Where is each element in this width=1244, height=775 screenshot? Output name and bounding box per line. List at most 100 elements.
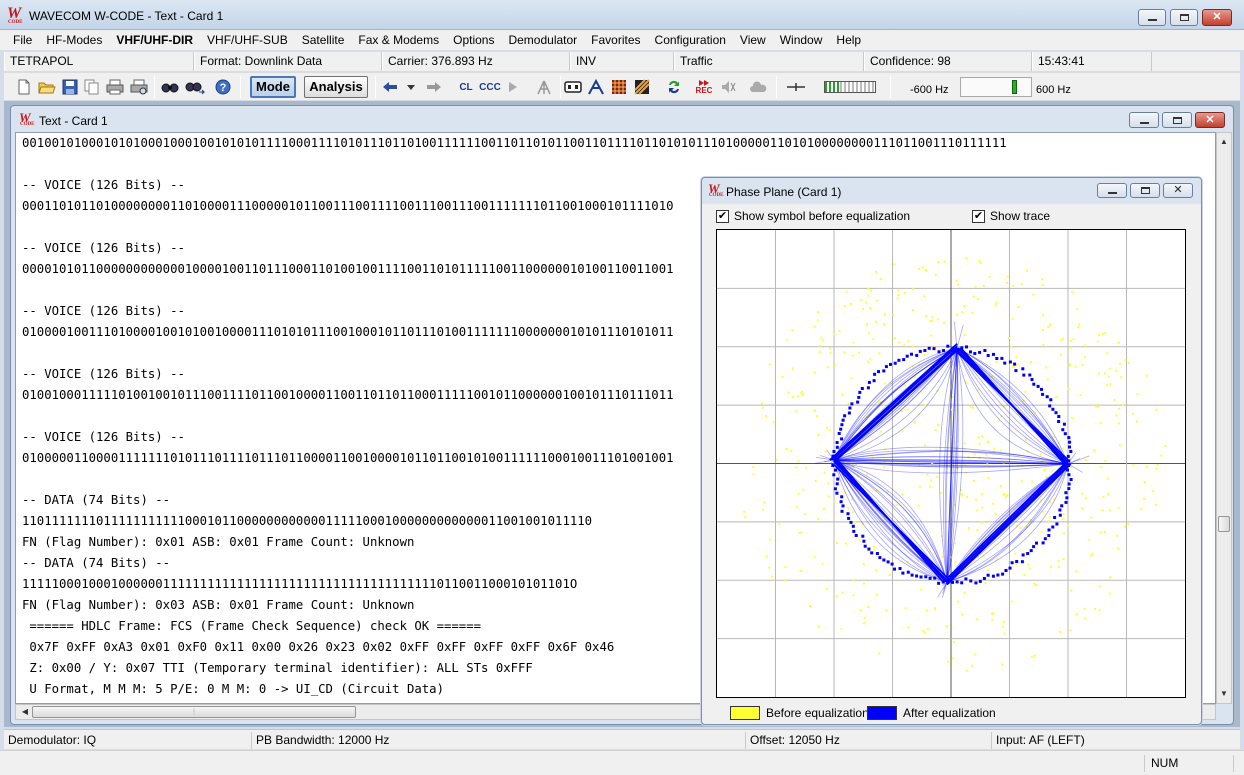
print-button[interactable]: [106, 77, 124, 97]
show-trace-checkbox[interactable]: ✔ Show trace: [972, 209, 1050, 223]
before-symbol: [1108, 367, 1111, 370]
after-symbol: [1064, 500, 1068, 504]
before-symbol: [1083, 608, 1086, 610]
record-button[interactable]: REC: [693, 77, 715, 97]
vertical-scroll-thumb[interactable]: [1218, 516, 1230, 532]
scroll-down-icon[interactable]: ▼: [1217, 687, 1231, 701]
horizontal-scroll-thumb[interactable]: ⦙: [32, 706, 356, 718]
cl-button[interactable]: CL: [456, 77, 476, 97]
after-symbol: [1060, 504, 1064, 508]
before-symbol: [1124, 525, 1126, 528]
phase-minimize-button[interactable]: [1097, 183, 1127, 198]
card-button[interactable]: [564, 77, 582, 97]
tune-button[interactable]: [784, 77, 808, 97]
after-symbol: [1057, 420, 1061, 423]
bitgrid-button[interactable]: [587, 77, 605, 97]
grid-button[interactable]: [610, 77, 628, 97]
before-symbol: [784, 566, 787, 568]
before-symbol: [913, 421, 916, 423]
menu-fax-modems[interactable]: Fax & Modems: [351, 33, 446, 47]
menu-options[interactable]: Options: [446, 33, 501, 47]
before-symbol: [920, 588, 923, 591]
open-button[interactable]: [38, 77, 56, 97]
after-symbol: [857, 395, 861, 399]
phase-maximize-button[interactable]: [1130, 183, 1160, 198]
after-symbol: [843, 414, 847, 418]
text-window-close-button[interactable]: ✕: [1195, 112, 1225, 128]
after-symbol: [1047, 534, 1051, 537]
before-symbol: [980, 521, 983, 524]
before-symbol: [844, 542, 847, 545]
menu-window[interactable]: Window: [773, 33, 830, 47]
before-symbol: [826, 482, 829, 485]
checkbox-icon[interactable]: ✔: [716, 209, 729, 223]
before-symbol: [744, 516, 747, 519]
close-button[interactable]: ✕: [1202, 9, 1232, 26]
bitgrid-icon: [588, 79, 604, 95]
mode-button[interactable]: Mode: [250, 76, 296, 98]
before-symbol: [934, 429, 937, 431]
before-symbol: [1104, 372, 1107, 375]
menu-hf-modes[interactable]: HF-Modes: [39, 33, 109, 47]
before-symbol: [981, 506, 984, 509]
before-symbol: [1019, 526, 1022, 529]
slider-thumb[interactable]: [1011, 80, 1017, 94]
frequency-slider[interactable]: [960, 77, 1032, 97]
save-button[interactable]: [62, 77, 78, 97]
new-button[interactable]: [16, 77, 32, 97]
menu-view[interactable]: View: [733, 33, 773, 47]
menu-vhf-uhf-sub[interactable]: VHF/UHF-SUB: [200, 33, 295, 47]
menu-favorites[interactable]: Favorites: [584, 33, 647, 47]
menu-configuration[interactable]: Configuration: [648, 33, 733, 47]
menu-vhf-uhf-dir[interactable]: VHF/UHF-DIR: [109, 33, 200, 47]
before-symbol: [833, 332, 836, 335]
copy-button[interactable]: [84, 77, 100, 97]
scroll-left-icon[interactable]: ◀: [18, 705, 32, 719]
ccc-button[interactable]: CCC: [479, 77, 501, 97]
before-symbol: [1081, 492, 1084, 495]
play-button[interactable]: [506, 77, 520, 97]
before-symbol: [1010, 346, 1013, 348]
find-button[interactable]: [161, 77, 179, 97]
refresh-button[interactable]: [665, 77, 683, 97]
menu-demodulator[interactable]: Demodulator: [501, 33, 584, 47]
mute-button[interactable]: [718, 77, 738, 97]
status-bar: Demodulator: IQ PB Bandwidth: 12000 Hz O…: [4, 729, 1240, 749]
before-symbol: [821, 338, 824, 341]
before-symbol: [813, 325, 816, 328]
vertical-scrollbar[interactable]: ▲ ▼: [1216, 132, 1232, 704]
menu-satellite[interactable]: Satellite: [295, 33, 352, 47]
after-symbol: [852, 529, 856, 533]
cloud-button[interactable]: [748, 77, 768, 97]
ccc-icon: CCC: [479, 81, 501, 93]
back-button[interactable]: [382, 77, 398, 97]
maximize-button[interactable]: [1170, 9, 1198, 26]
after-symbol: [831, 464, 835, 467]
minimize-button[interactable]: [1138, 9, 1166, 26]
title-bar[interactable]: W CODE WAVECOM W-CODE - Text - Card 1 ✕: [0, 0, 1244, 30]
analysis-button[interactable]: Analysis: [304, 76, 368, 98]
before-symbol: [817, 625, 820, 628]
phase-close-button[interactable]: ✕: [1163, 183, 1193, 198]
before-symbol: [993, 447, 996, 450]
scroll-up-icon[interactable]: ▲: [1217, 135, 1231, 149]
help-button[interactable]: ?: [214, 77, 232, 97]
checkbox-icon[interactable]: ✔: [972, 209, 985, 223]
after-symbol: [910, 573, 914, 577]
antenna-button[interactable]: [534, 77, 554, 97]
menu-help[interactable]: Help: [829, 33, 868, 47]
menu-file[interactable]: File: [6, 33, 39, 47]
print-preview-button[interactable]: [130, 77, 148, 97]
pattern-button[interactable]: [633, 77, 651, 97]
text-window-titlebar[interactable]: W CODE Text - Card 1 ✕: [11, 106, 1233, 132]
before-symbol: [769, 538, 772, 541]
forward-button[interactable]: [426, 77, 442, 97]
text-window-minimize-button[interactable]: [1129, 112, 1159, 128]
before-symbol: [896, 297, 899, 300]
text-window-maximize-button[interactable]: [1162, 112, 1192, 128]
history-dropdown[interactable]: [404, 77, 418, 97]
toolbar-separator: [154, 76, 155, 98]
show-symbol-checkbox[interactable]: ✔ Show symbol before equalization: [716, 209, 910, 223]
find-next-button[interactable]: [185, 77, 205, 97]
phase-plane-titlebar[interactable]: W CODE Phase Plane (Card 1) ✕: [702, 178, 1201, 204]
